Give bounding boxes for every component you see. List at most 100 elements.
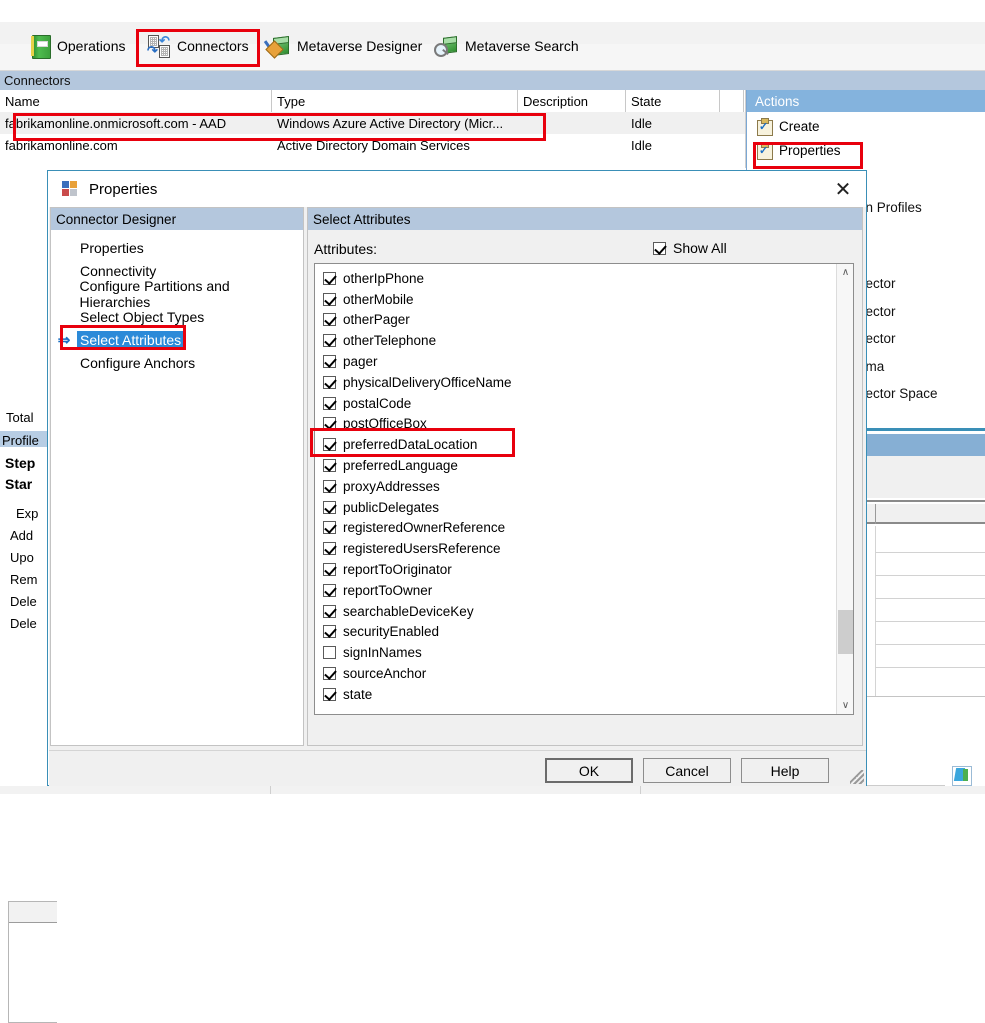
attribute-checkbox[interactable] bbox=[323, 542, 336, 556]
attribute-label: reportToOwner bbox=[343, 582, 433, 598]
attribute-checkbox[interactable] bbox=[323, 687, 336, 701]
attribute-checkbox[interactable] bbox=[323, 500, 336, 514]
cell-description bbox=[518, 134, 626, 156]
toolbar-item-connectors[interactable]: ↶ ↷ Connectors bbox=[142, 31, 255, 61]
notification-tray-icon[interactable] bbox=[950, 764, 974, 788]
scroll-down-icon[interactable]: ∨ bbox=[837, 697, 853, 714]
attribute-checkbox[interactable] bbox=[323, 625, 336, 639]
attribute-label: reportToOriginator bbox=[343, 562, 452, 578]
attribute-checkbox[interactable] bbox=[323, 396, 336, 410]
nav-item-select-attributes[interactable]: ⇒ Select Attributes bbox=[51, 329, 303, 351]
column-header-description[interactable]: Description bbox=[518, 90, 626, 112]
occluded-action-5: nector Space bbox=[858, 386, 938, 401]
attribute-checkbox[interactable] bbox=[323, 563, 336, 577]
column-header-type[interactable]: Type bbox=[272, 90, 518, 112]
attribute-checkbox[interactable] bbox=[323, 521, 336, 535]
column-header-name[interactable]: Name bbox=[0, 90, 272, 112]
operations-book-icon bbox=[30, 35, 51, 59]
attribute-checkbox[interactable] bbox=[323, 334, 336, 348]
select-attributes-panel: Select Attributes Attributes: Show All o… bbox=[307, 207, 863, 746]
attributes-listbox[interactable]: otherIpPhone otherMobile otherPager otherTe… bbox=[314, 263, 854, 715]
attribute-row[interactable]: proxyAddresses bbox=[315, 476, 835, 497]
attribute-label: otherTelephone bbox=[343, 333, 437, 349]
metaverse-designer-icon bbox=[263, 35, 290, 59]
scroll-up-icon[interactable]: ∧ bbox=[837, 264, 853, 281]
action-create[interactable]: ✓ Create bbox=[751, 115, 820, 137]
attribute-row[interactable]: sourceAnchor bbox=[315, 663, 835, 684]
attribute-checkbox[interactable] bbox=[323, 313, 336, 327]
nav-item-properties[interactable]: ⇒ Properties bbox=[51, 237, 303, 259]
attribute-row[interactable]: otherTelephone bbox=[315, 330, 835, 351]
attribute-row[interactable]: postalCode bbox=[315, 393, 835, 414]
attribute-row[interactable]: signInNames bbox=[315, 642, 835, 663]
close-icon[interactable]: ✕ bbox=[820, 171, 866, 207]
attribute-row[interactable]: registeredOwnerReference bbox=[315, 518, 835, 539]
table-row[interactable]: fabrikamonline.com Active Directory Doma… bbox=[0, 134, 745, 157]
selection-arrow-icon: ⇒ bbox=[57, 332, 71, 349]
attribute-checkbox[interactable] bbox=[323, 417, 336, 431]
nav-item-select-object-types[interactable]: ⇒ Select Object Types bbox=[51, 306, 303, 328]
attribute-label: otherIpPhone bbox=[343, 270, 425, 286]
attribute-checkbox[interactable] bbox=[323, 271, 336, 285]
nav-item-select-object-types-label: Select Object Types bbox=[80, 309, 205, 325]
attributes-scrollbar[interactable]: ∧ ∨ bbox=[836, 264, 853, 714]
cancel-button[interactable]: Cancel bbox=[643, 758, 731, 783]
action-properties[interactable]: ✓ Properties bbox=[751, 139, 841, 161]
attribute-row[interactable]: searchableDeviceKey bbox=[315, 601, 835, 622]
nav-item-configure-anchors[interactable]: ⇒ Configure Anchors bbox=[51, 352, 303, 374]
attribute-row[interactable]: reportToOriginator bbox=[315, 559, 835, 580]
toolbar-item-metaverse-designer[interactable]: Metaverse Designer bbox=[262, 31, 428, 61]
help-button[interactable]: Help bbox=[741, 758, 829, 783]
dialog-title: Properties bbox=[89, 180, 158, 198]
attribute-row[interactable]: registeredUsersReference bbox=[315, 538, 835, 559]
attributes-list-items: otherIpPhone otherMobile otherPager otherTe… bbox=[315, 268, 835, 705]
attribute-checkbox[interactable] bbox=[323, 479, 336, 493]
resize-grip-icon[interactable] bbox=[850, 770, 864, 784]
dialog-titlebar[interactable]: Properties ✕ bbox=[48, 171, 866, 207]
show-all-checkbox[interactable]: Show All bbox=[653, 240, 727, 256]
attribute-row[interactable]: publicDelegates bbox=[315, 497, 835, 518]
column-header-state[interactable]: State bbox=[626, 90, 720, 112]
attribute-checkbox[interactable] bbox=[323, 375, 336, 389]
ok-button[interactable]: OK bbox=[545, 758, 633, 783]
scrollbar-thumb[interactable] bbox=[838, 610, 853, 654]
attribute-row[interactable]: physicalDeliveryOfficeName bbox=[315, 372, 835, 393]
label-del1: Dele bbox=[10, 594, 37, 609]
occluded-gridline bbox=[875, 552, 985, 553]
attribute-label: preferredLanguage bbox=[343, 458, 458, 474]
operations-detail-table bbox=[8, 901, 57, 1023]
toolbar-item-metaverse-search[interactable]: Metaverse Search bbox=[428, 31, 585, 61]
attribute-row[interactable]: securityEnabled bbox=[315, 622, 835, 643]
attribute-row[interactable]: otherPager bbox=[315, 310, 835, 331]
status-divider-1 bbox=[270, 786, 271, 794]
attribute-checkbox[interactable] bbox=[323, 646, 336, 660]
attribute-row[interactable]: otherMobile bbox=[315, 289, 835, 310]
attribute-checkbox[interactable] bbox=[323, 667, 336, 681]
attribute-checkbox[interactable] bbox=[323, 292, 336, 306]
attribute-checkbox[interactable] bbox=[323, 438, 336, 452]
properties-dialog: Properties ✕ Connector Designer ⇒ Proper… bbox=[47, 170, 867, 786]
attribute-checkbox[interactable] bbox=[323, 604, 336, 618]
cell-state: Idle bbox=[631, 115, 652, 131]
attribute-checkbox[interactable] bbox=[323, 459, 336, 473]
label-del2: Dele bbox=[10, 616, 37, 631]
connectors-icon: ↶ ↷ bbox=[147, 33, 170, 58]
attribute-row[interactable]: otherIpPhone bbox=[315, 268, 835, 289]
attribute-row[interactable]: reportToOwner bbox=[315, 580, 835, 601]
attribute-row[interactable]: state bbox=[315, 684, 835, 705]
attribute-row[interactable]: preferredLanguage bbox=[315, 455, 835, 476]
attribute-checkbox[interactable] bbox=[323, 355, 336, 369]
attribute-label: registeredOwnerReference bbox=[343, 520, 506, 536]
attribute-checkbox[interactable] bbox=[323, 583, 336, 597]
show-all-checkbox-box[interactable] bbox=[653, 241, 666, 255]
attribute-row[interactable]: postOfficeBox bbox=[315, 414, 835, 435]
connectors-pane-header-label: Connectors bbox=[4, 73, 71, 88]
occluded-list-bottom bbox=[857, 696, 985, 697]
table-row[interactable]: fabrikamonline.onmicrosoft.com - AAD Win… bbox=[0, 112, 745, 135]
attribute-row[interactable]: preferredDataLocation bbox=[315, 434, 835, 455]
nav-item-configure-partitions[interactable]: ⇒ Configure Partitions and Hierarchies bbox=[51, 278, 303, 310]
metaverse-search-icon bbox=[434, 35, 458, 57]
attribute-row[interactable]: pager bbox=[315, 351, 835, 372]
toolbar-item-operations[interactable]: Operations bbox=[24, 31, 131, 61]
properties-app-icon bbox=[62, 181, 78, 197]
